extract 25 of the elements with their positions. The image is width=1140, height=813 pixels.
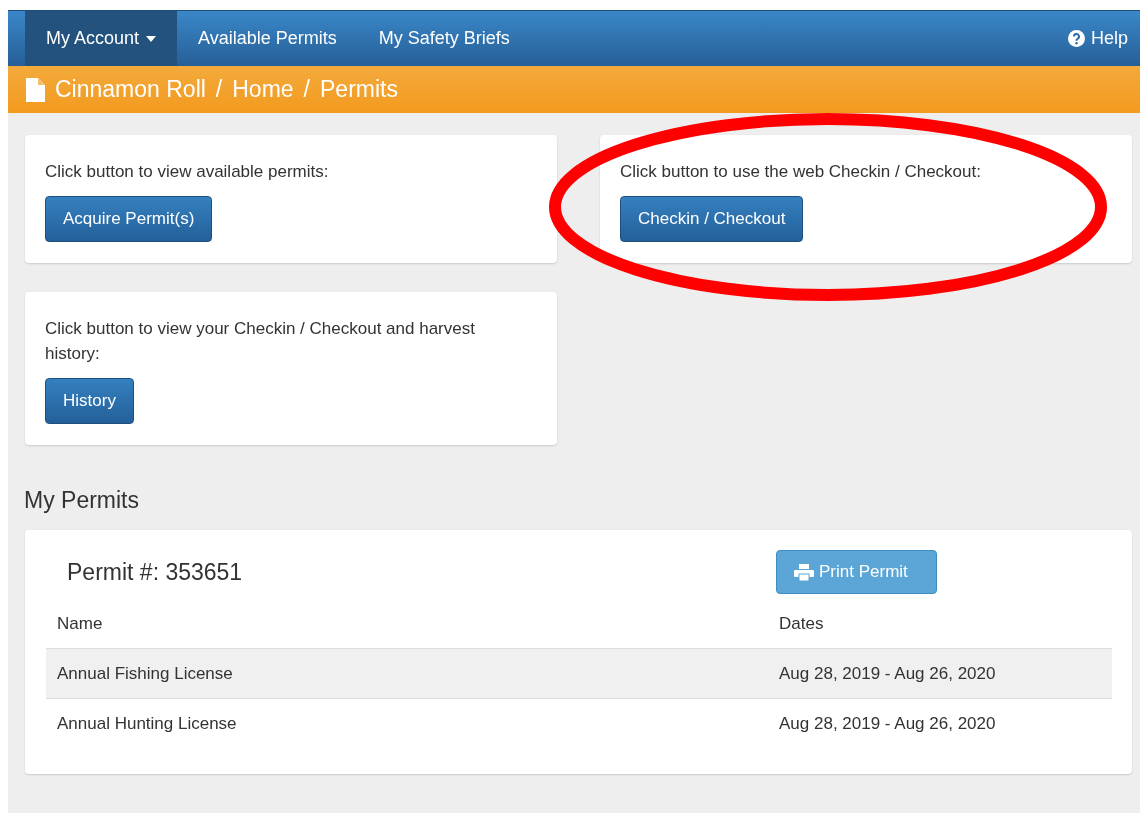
card-text: Click button to view available permits: (45, 161, 330, 183)
column-header: Dates (768, 604, 1112, 649)
nav-tab[interactable]: Available Permits (177, 11, 358, 66)
column-header: Name (46, 604, 768, 649)
card-text: Click button to view your Checkin / Checkout and harvest history: (45, 318, 476, 365)
action-button[interactable]: Acquire Permit(s) (45, 196, 213, 242)
breadcrumb-separator: / (303, 76, 310, 103)
card-text: Click button to use the web Checkin / Checkout: (620, 161, 982, 183)
table-cell: Aug 28, 2019 - Aug 26, 2020 (768, 698, 1112, 748)
document-icon (26, 77, 45, 102)
table-cell: Annual Fishing License (46, 648, 768, 699)
action-button[interactable]: Checkin / Checkout (620, 196, 804, 242)
table-cell: Aug 28, 2019 - Aug 26, 2020 (768, 648, 1112, 699)
table-cell: Annual Hunting License (46, 698, 768, 748)
help-icon (1067, 30, 1085, 47)
printer-icon (794, 563, 814, 581)
action-button[interactable]: History (45, 378, 134, 424)
section-heading: My Permits (23, 486, 140, 514)
nav-tab[interactable]: My Account (25, 11, 178, 66)
print-button[interactable]: Print Permit (776, 550, 937, 594)
help-link[interactable]: Help (1067, 11, 1128, 66)
nav-tab[interactable]: My Safety Briefs (357, 11, 531, 66)
permit-number: Permit #: 353651 (66, 558, 244, 586)
breadcrumb-separator: / (215, 76, 223, 103)
caret-icon (146, 35, 157, 42)
